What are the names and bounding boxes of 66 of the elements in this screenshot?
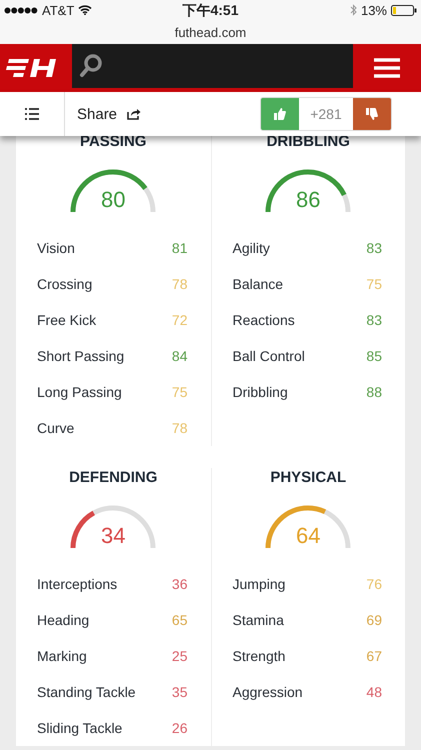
stat-value: 36	[172, 576, 188, 592]
stat-value: 88	[366, 384, 382, 400]
wifi-icon	[78, 5, 92, 15]
stat-name: Heading	[37, 612, 90, 628]
stat-name: Sliding Tackle	[37, 720, 122, 736]
battery-icon	[391, 4, 417, 16]
stat-value: 83	[366, 312, 382, 328]
section-title: DEFENDING	[69, 468, 158, 488]
stat-value: 35	[172, 684, 188, 700]
stat-name: Free Kick	[37, 312, 96, 328]
battery-percent: 13%	[360, 2, 387, 18]
rating-value: 34	[101, 524, 126, 548]
carrier: AT&T	[42, 2, 74, 18]
stat-name: Ball Control	[232, 348, 305, 364]
stat-name: Reactions	[232, 312, 295, 328]
stat-value: 83	[366, 240, 382, 256]
stat-name: Vision	[37, 240, 75, 256]
stat-name: Jumping	[232, 576, 286, 592]
list-button[interactable]	[0, 92, 65, 136]
stat-name: Agility	[232, 240, 270, 256]
thumbs-up-icon	[274, 108, 286, 120]
stat-value: 78	[172, 276, 188, 292]
stat-name: Long Passing	[37, 384, 122, 400]
stat-name: Curve	[37, 420, 74, 436]
stat-name: Dribbling	[232, 384, 288, 400]
stat-value: 65	[172, 612, 188, 628]
stat-value: 85	[366, 348, 382, 364]
share-icon	[127, 108, 142, 120]
stat-name: Short Passing	[37, 348, 124, 364]
stat-name: Interceptions	[37, 576, 118, 592]
stat-name: Balance	[232, 276, 284, 292]
stat-name: Stamina	[232, 612, 284, 628]
stat-value: 78	[172, 420, 188, 436]
bluetooth-icon	[350, 4, 357, 16]
stat-value: 75	[366, 276, 382, 292]
share-button[interactable]: Share	[65, 106, 154, 122]
page-url: futhead.com	[174, 24, 246, 40]
clock: 下午4:51	[182, 2, 239, 20]
list-icon	[25, 108, 39, 120]
stat-value: 72	[172, 312, 188, 328]
stat-value: 25	[172, 648, 188, 664]
stat-value: 26	[172, 720, 188, 736]
section-title: DRIBBLING	[266, 132, 350, 152]
stat-value: 76	[366, 576, 382, 592]
rating-value: 80	[101, 188, 126, 212]
stat-name: Marking	[37, 648, 87, 664]
upvote-button[interactable]	[261, 98, 299, 130]
section-title: PHYSICAL	[270, 468, 346, 488]
stat-value: 75	[172, 384, 188, 400]
stat-value: 48	[366, 684, 382, 700]
menu-icon	[374, 58, 400, 78]
section-title: PASSING	[80, 132, 146, 152]
stat-name: Strength	[232, 648, 286, 664]
stat-value: 81	[172, 240, 188, 256]
stat-value: 67	[366, 648, 382, 664]
stat-name: Standing Tackle	[37, 684, 136, 700]
thumbs-down-icon	[366, 108, 378, 120]
stat-value: 69	[366, 612, 382, 628]
stat-name: Crossing	[37, 276, 92, 292]
search-icon	[79, 53, 103, 79]
rating-value: 86	[296, 188, 320, 212]
stat-value: 84	[172, 348, 188, 364]
downvote-button[interactable]	[353, 98, 391, 130]
stat-name: Aggression	[232, 684, 303, 700]
signal-icon	[4, 6, 38, 14]
rating-value: 64	[296, 524, 320, 548]
